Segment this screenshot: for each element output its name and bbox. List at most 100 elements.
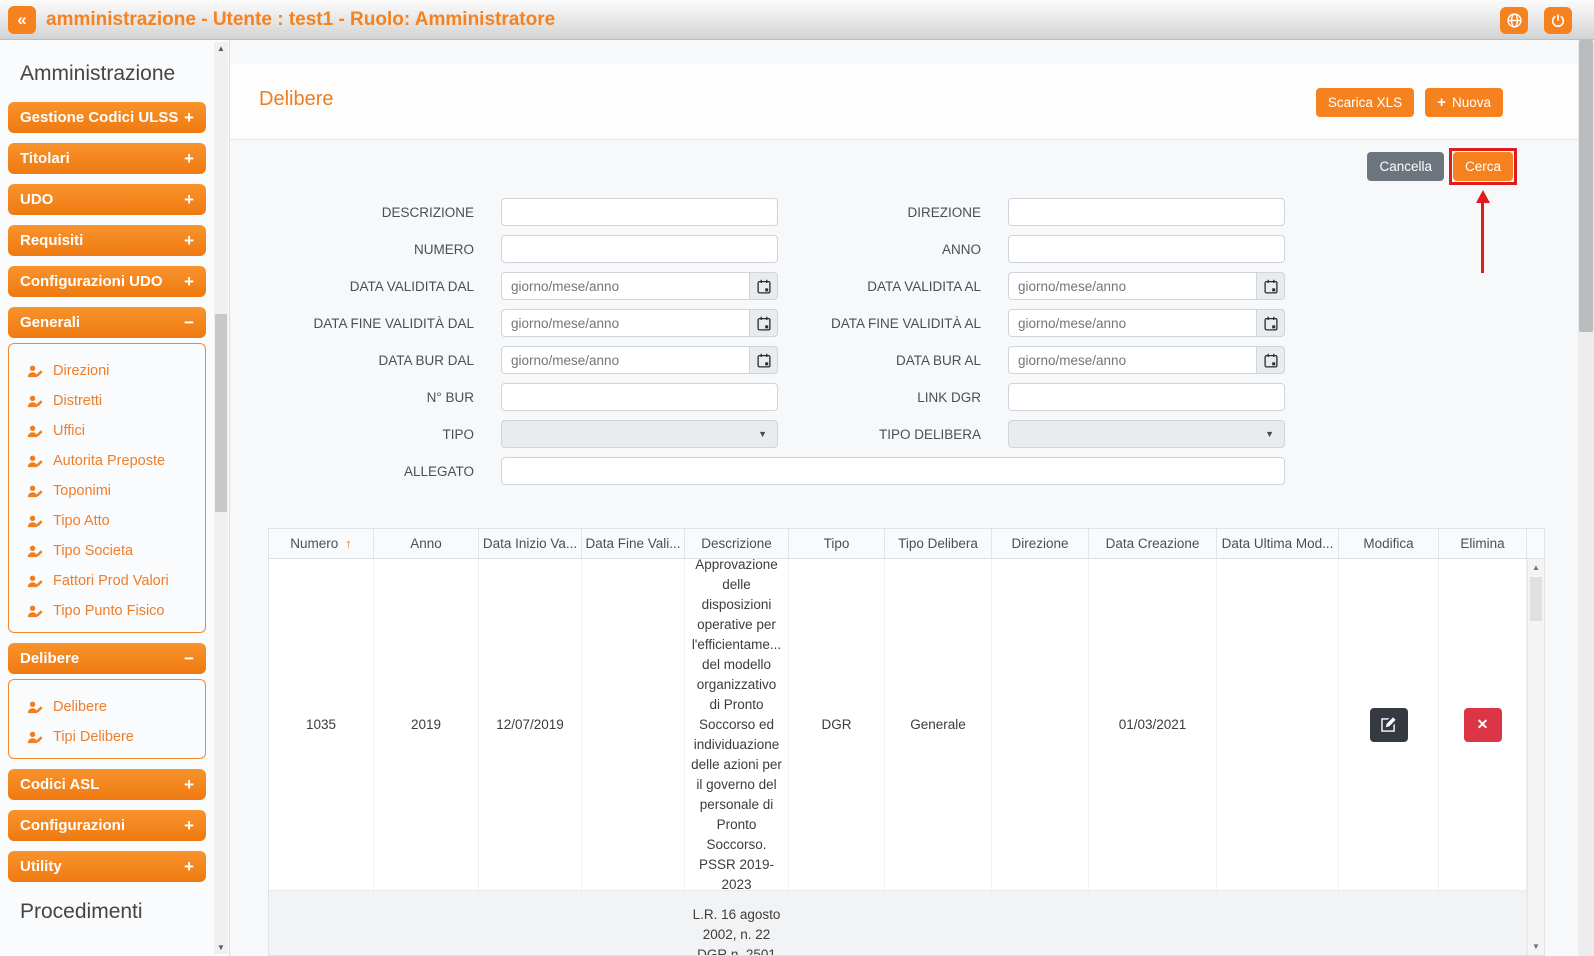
language-globe-button[interactable] bbox=[1500, 7, 1528, 34]
sidebar-item-uffici[interactable]: Uffici bbox=[9, 416, 205, 446]
sidebar-item-tipo-punto-fisico[interactable]: Tipo Punto Fisico bbox=[9, 596, 205, 626]
cell-descrizione: L.R. 16 agosto 2002, n. 22 DGR n. 2501 bbox=[685, 891, 789, 956]
sidebar-group-delibere[interactable]: Delibere − bbox=[8, 643, 206, 674]
descrizione-label: DESCRIZIONE bbox=[258, 205, 474, 220]
cell-anno bbox=[374, 891, 479, 956]
n-bur-label: N° BUR bbox=[258, 390, 474, 405]
cell-tipo-delibera bbox=[885, 891, 992, 956]
sidebar-item-toponimi[interactable]: Toponimi bbox=[9, 476, 205, 506]
calendar-button[interactable] bbox=[1256, 309, 1285, 337]
calendar-button[interactable] bbox=[1256, 272, 1285, 300]
table-row: L.R. 16 agosto 2002, n. 22 DGR n. 2501 bbox=[269, 891, 1544, 956]
data-validita-al-label: DATA VALIDITA AL bbox=[805, 279, 981, 294]
scroll-up-icon[interactable]: ▲ bbox=[214, 44, 228, 53]
sidebar-item-delibere[interactable]: Delibere bbox=[9, 692, 205, 722]
data-fine-validita-al-label: DATA FINE VALIDITÀ AL bbox=[805, 316, 981, 331]
cell-data-fine bbox=[582, 559, 685, 891]
edit-row-button[interactable] bbox=[1370, 708, 1408, 742]
sidebar-group-configurazioni[interactable]: Configurazioni + bbox=[8, 810, 206, 841]
col-header-data-ultima-mod[interactable]: Data Ultima Mod... bbox=[1217, 529, 1339, 558]
data-bur-al-label: DATA BUR AL bbox=[805, 353, 981, 368]
col-header-tipo-delibera[interactable]: Tipo Delibera bbox=[885, 529, 992, 558]
cerca-button[interactable]: Cerca bbox=[1453, 152, 1513, 181]
sidebar-item-tipo-societa[interactable]: Tipo Societa bbox=[9, 536, 205, 566]
numero-input[interactable] bbox=[501, 235, 778, 263]
group-label: Delibere bbox=[20, 650, 79, 667]
direzione-input[interactable] bbox=[1008, 198, 1285, 226]
sidebar-group-udo[interactable]: UDO + bbox=[8, 184, 206, 215]
col-header-anno[interactable]: Anno bbox=[374, 529, 479, 558]
col-header-descrizione[interactable]: Descrizione bbox=[685, 529, 789, 558]
sidebar-group-utility[interactable]: Utility + bbox=[8, 851, 206, 882]
calendar-button[interactable] bbox=[749, 346, 778, 374]
group-label: Titolari bbox=[20, 150, 70, 167]
user-edit-icon bbox=[27, 454, 43, 469]
annotation-arrow bbox=[1476, 190, 1490, 273]
power-icon bbox=[1550, 13, 1566, 29]
col-header-modifica: Modifica bbox=[1339, 529, 1439, 558]
sidebar-item-direzioni[interactable]: Direzioni bbox=[9, 356, 205, 386]
col-header-data-fine[interactable]: Data Fine Vali... bbox=[582, 529, 685, 558]
data-validita-al-input[interactable] bbox=[1008, 272, 1256, 300]
sidebar-group-titolari[interactable]: Titolari + bbox=[8, 143, 206, 174]
anno-label: ANNO bbox=[805, 242, 981, 257]
nuova-button[interactable]: + Nuova bbox=[1425, 88, 1503, 117]
sidebar-scrollbar[interactable]: ▲ ▼ bbox=[214, 42, 228, 954]
group-label: Utility bbox=[20, 858, 62, 875]
edit-pencil-icon bbox=[1381, 717, 1396, 732]
cell-data-creazione bbox=[1089, 891, 1217, 956]
sidebar-item-tipo-atto[interactable]: Tipo Atto bbox=[9, 506, 205, 536]
sidebar-scrollbar-thumb[interactable] bbox=[215, 314, 227, 512]
data-bur-al-input[interactable] bbox=[1008, 346, 1256, 374]
sidebar-group-generali[interactable]: Generali − bbox=[8, 307, 206, 338]
table-scrollbar-thumb[interactable] bbox=[1530, 577, 1542, 621]
scroll-down-icon[interactable]: ▼ bbox=[1528, 942, 1544, 951]
sidebar-group-gestione-codici-ulss[interactable]: Gestione Codici ULSS + bbox=[8, 102, 206, 133]
anno-input[interactable] bbox=[1008, 235, 1285, 263]
data-bur-dal-input[interactable] bbox=[501, 346, 749, 374]
plus-icon: + bbox=[1437, 94, 1446, 111]
logout-power-button[interactable] bbox=[1544, 7, 1572, 34]
data-fine-validita-dal-input[interactable] bbox=[501, 309, 749, 337]
group-label: Configurazioni bbox=[20, 817, 125, 834]
sidebar-item-autorita-preposte[interactable]: Autorita Preposte bbox=[9, 446, 205, 476]
col-header-tipo[interactable]: Tipo bbox=[789, 529, 885, 558]
sidebar-item-tipi-delibere[interactable]: Tipi Delibere bbox=[9, 722, 205, 752]
scarica-xls-button[interactable]: Scarica XLS bbox=[1316, 88, 1414, 117]
expand-plus-icon: + bbox=[184, 857, 194, 877]
data-validita-dal-input[interactable] bbox=[501, 272, 749, 300]
sidebar-collapse-button[interactable]: « bbox=[8, 6, 36, 34]
col-header-direzione[interactable]: Direzione bbox=[992, 529, 1089, 558]
direzione-label: DIREZIONE bbox=[805, 205, 981, 220]
scroll-up-icon[interactable]: ▲ bbox=[1528, 563, 1544, 572]
data-fine-validita-al-input[interactable] bbox=[1008, 309, 1256, 337]
scroll-down-icon[interactable]: ▼ bbox=[214, 943, 228, 952]
cancella-button[interactable]: Cancella bbox=[1367, 152, 1444, 181]
col-header-numero[interactable]: Numero ↑ bbox=[269, 529, 374, 558]
sidebar-item-distretti[interactable]: Distretti bbox=[9, 386, 205, 416]
col-header-data-inizio[interactable]: Data Inizio Va... bbox=[479, 529, 582, 558]
sidebar-group-codici-asl[interactable]: Codici ASL + bbox=[8, 769, 206, 800]
window-scrollbar[interactable] bbox=[1578, 40, 1594, 956]
cell-tipo-delibera: Generale bbox=[885, 559, 992, 891]
expand-plus-icon: + bbox=[184, 149, 194, 169]
calendar-button[interactable] bbox=[1256, 346, 1285, 374]
descrizione-input[interactable] bbox=[501, 198, 778, 226]
delete-row-button[interactable]: ✕ bbox=[1464, 708, 1502, 742]
sidebar-group-requisiti[interactable]: Requisiti + bbox=[8, 225, 206, 256]
col-header-data-creazione[interactable]: Data Creazione bbox=[1089, 529, 1217, 558]
user-edit-icon bbox=[27, 700, 43, 715]
calendar-button[interactable] bbox=[749, 272, 778, 300]
n-bur-input[interactable] bbox=[501, 383, 778, 411]
table-scrollbar[interactable]: ▲ ▼ bbox=[1527, 559, 1544, 955]
calendar-button[interactable] bbox=[749, 309, 778, 337]
sidebar-item-fattori-prod-valori[interactable]: Fattori Prod Valori bbox=[9, 566, 205, 596]
cell-modifica bbox=[1339, 559, 1439, 891]
tipo-select[interactable]: ▼ bbox=[501, 420, 778, 448]
tipo-delibera-select[interactable]: ▼ bbox=[1008, 420, 1285, 448]
group-label: Requisiti bbox=[20, 232, 83, 249]
allegato-input[interactable] bbox=[501, 457, 1285, 485]
window-scrollbar-thumb[interactable] bbox=[1579, 40, 1593, 332]
sidebar-group-configurazioni-udo[interactable]: Configurazioni UDO + bbox=[8, 266, 206, 297]
link-dgr-input[interactable] bbox=[1008, 383, 1285, 411]
